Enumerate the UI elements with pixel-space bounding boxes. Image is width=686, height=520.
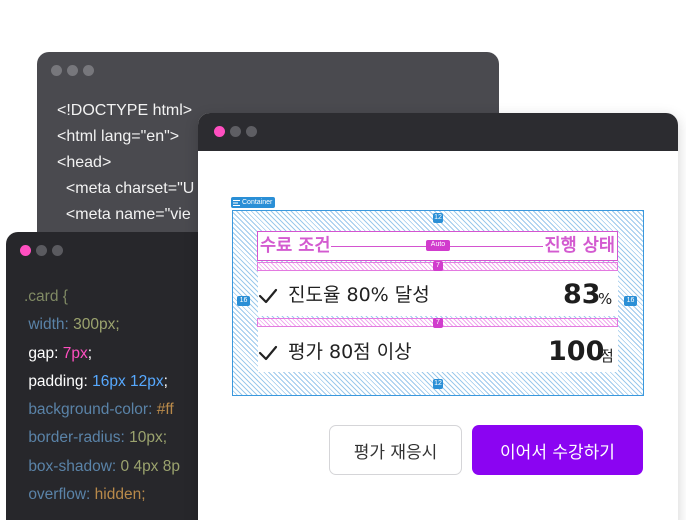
code-line: <meta charset="U [57, 180, 195, 197]
item-label: 진도율 80% 달성 [288, 284, 430, 306]
item-value: 83 [563, 279, 601, 310]
layout-icon [233, 199, 240, 206]
code-line: <head> [57, 154, 112, 171]
window-titlebar [198, 113, 678, 151]
css-line-overflow: overflow: hidden; [28, 486, 146, 504]
padding-left-tag: 16 [237, 296, 250, 306]
css-line-background: background-color: #ff [28, 401, 174, 419]
css-line-padding: padding: 16px 12px; [28, 372, 168, 390]
code-line: <html lang="en"> [57, 128, 180, 145]
css-line-gap: gap: 7px; [28, 344, 93, 362]
retake-exam-button[interactable]: 평가 재응시 [329, 425, 462, 475]
css-code: .card { width: 300px; gap: 7px; padding:… [24, 283, 180, 509]
css-line-shadow: box-shadow: 0 4px 8p [28, 457, 180, 475]
padding-right-tag: 16 [624, 296, 637, 306]
css-line-width: width: 300px; [28, 316, 120, 334]
window-dot-icon [36, 245, 47, 256]
continue-learning-button[interactable]: 이어서 수강하기 [472, 425, 643, 475]
preview-window: Container 12 12 16 16 수료 조건 진행 상태 Auto 7… [198, 113, 678, 520]
auto-tag: Auto [426, 240, 450, 251]
item-value: 100 [548, 336, 605, 367]
gap-tag: 7 [433, 318, 443, 328]
container-badge: Container [231, 197, 276, 208]
padding-bottom-tag: 12 [433, 379, 443, 389]
item-unit: 점 [600, 347, 614, 365]
item-label: 평가 80점 이상 [288, 341, 412, 363]
code-line: <!DOCTYPE html> [57, 102, 193, 119]
check-icon [258, 345, 278, 361]
window-dot-icon [67, 65, 78, 76]
window-controls [214, 126, 257, 137]
window-controls [20, 245, 63, 256]
check-icon [258, 288, 278, 304]
header-left-label: 수료 조건 [260, 235, 331, 257]
css-line-radius: border-radius: 10px; [28, 429, 168, 447]
container-badge-label: Container [242, 199, 273, 206]
window-dot-icon [246, 126, 257, 137]
gap-tag: 7 [433, 261, 443, 271]
window-dot-icon [52, 245, 63, 256]
window-dot-icon [20, 245, 31, 256]
css-selector: .card { [24, 288, 68, 305]
html-code: <!DOCTYPE html> <html lang="en"> <head> <m… [57, 98, 194, 228]
window-dot-icon [83, 65, 94, 76]
padding-top-tag: 12 [433, 213, 443, 223]
window-controls [51, 65, 94, 76]
window-dot-icon [214, 126, 225, 137]
item-unit: % [598, 290, 613, 308]
window-dot-icon [51, 65, 62, 76]
header-right-label: 진행 상태 [544, 235, 615, 257]
window-dot-icon [230, 126, 241, 137]
code-line: <meta name="vie [57, 206, 191, 223]
card-header: 수료 조건 진행 상태 Auto [257, 231, 618, 261]
